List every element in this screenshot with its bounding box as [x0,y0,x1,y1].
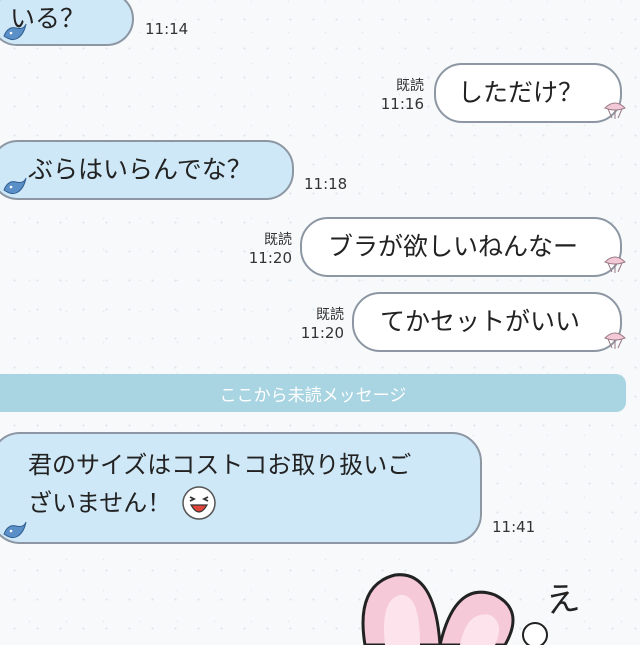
message-text: ブラが欲しいねんなー [328,232,579,261]
sakura-icon [604,256,626,273]
message-text: てかセットがいい [380,307,581,336]
bird-icon [3,23,27,41]
message-bubble-3[interactable]: ぶらはいらんでな？ [0,140,294,200]
unread-divider-label: ここから未読メッセージ [219,385,407,406]
bird-icon [3,521,27,539]
laughing-emoji-icon [182,486,217,520]
sticker-handwriting: え [542,577,583,623]
sakura-icon [604,332,626,349]
message-time: 11:16 [380,95,424,113]
message-text: しただけ？ [458,78,584,107]
read-receipt: 既読 [316,307,344,323]
message-text-line-1: 君のサイズはコストコお取り扱いご [28,451,412,479]
message-time: 11:41 [492,518,536,536]
bunny-sticker[interactable] [355,565,555,645]
message-text: ぶらはいらんでな？ [28,155,252,184]
sakura-icon [604,102,626,119]
message-time: 11:14 [145,20,189,38]
unread-divider: ここから未読メッセージ [0,374,626,412]
message-time: 11:20 [248,249,292,267]
read-receipt: 既読 [264,232,292,248]
message-text-line-2: ざいません！ [28,489,172,517]
message-time: 11:18 [304,175,348,193]
message-bubble-5[interactable]: てかセットがいい [352,292,622,352]
message-bubble-4[interactable]: ブラが欲しいねんなー [300,217,622,277]
message-bubble-6[interactable]: 君のサイズはコストコお取り扱いご ざいません！ [0,432,482,544]
message-time: 11:20 [300,324,344,342]
bird-icon [3,177,27,195]
message-bubble-2[interactable]: しただけ？ [434,63,622,123]
read-receipt: 既読 [396,78,424,94]
